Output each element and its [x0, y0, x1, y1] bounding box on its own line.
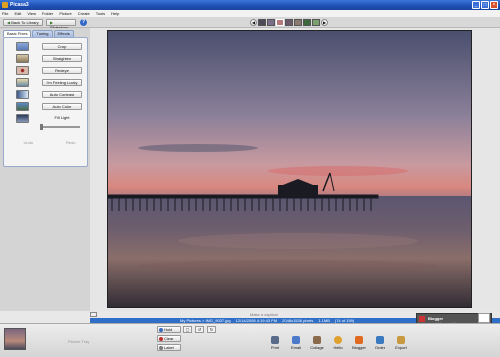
menu-folder[interactable]: Folder: [42, 11, 53, 16]
export-icon: [397, 336, 405, 344]
clear-button[interactable]: Clear: [157, 335, 181, 342]
tray-thumbnail[interactable]: [4, 328, 26, 350]
picture-tray-bar: Picture Tray Hold Clear Label ▢ ↺ ↻ Prin…: [0, 323, 500, 357]
title-bar: Picasa3 _ □ ×: [0, 0, 500, 10]
feeling-lucky-button[interactable]: I'm Feeling Lucky: [42, 79, 82, 86]
filmstrip-thumb[interactable]: [258, 19, 266, 26]
window-title: Picasa3: [10, 2, 29, 8]
tab-effects[interactable]: Effects: [53, 30, 74, 37]
filmstrip-thumb[interactable]: [312, 19, 320, 26]
tool-straighten: Straighten: [6, 54, 86, 64]
undo-redo-row: Undo Redo: [7, 140, 92, 146]
picture-tray-label: Picture Tray: [68, 339, 90, 344]
redeye-icon: [16, 66, 29, 75]
tab-tuning[interactable]: Tuning: [32, 30, 53, 37]
filmstrip-thumb[interactable]: [303, 19, 311, 26]
order-icon: [376, 336, 384, 344]
crop-icon: [16, 42, 29, 51]
contrast-icon: [16, 90, 29, 99]
fill-light-slider[interactable]: [40, 124, 80, 130]
crop-button[interactable]: Crop: [42, 43, 82, 50]
auto-color-button[interactable]: Auto Color: [42, 103, 82, 110]
tool-fill-light: Fill Light: [6, 114, 86, 124]
rotate-left-button[interactable]: ↺: [195, 326, 204, 333]
basic-fixes-tools: Crop Straighten Redeye I'm Feeling Lucky…: [3, 37, 88, 167]
menu-picture[interactable]: Picture: [59, 11, 71, 16]
lucky-icon: [16, 78, 29, 87]
menu-tools[interactable]: Tools: [96, 11, 105, 16]
collage-button[interactable]: Collage: [308, 335, 326, 357]
menu-view[interactable]: View: [27, 11, 36, 16]
filmstrip-prev-button[interactable]: ◀: [250, 19, 257, 26]
tool-contrast: Auto Contrast: [6, 90, 86, 100]
edit-tabs: Basic Fixes Tuning Effects: [3, 30, 74, 37]
blogger-icon: [419, 316, 425, 322]
filmstrip-next-button[interactable]: ▶: [321, 19, 328, 26]
filmstrip-thumb[interactable]: [294, 19, 302, 26]
tool-redeye: Redeye: [6, 66, 86, 76]
filmstrip-thumb[interactable]: [276, 19, 284, 26]
close-button[interactable]: ×: [490, 1, 498, 9]
filmstrip-thumb[interactable]: [285, 19, 293, 26]
printer-icon: [271, 336, 279, 344]
straighten-button[interactable]: Straighten: [42, 55, 82, 62]
caption-field[interactable]: Make a caption!: [250, 312, 278, 317]
auto-contrast-button[interactable]: Auto Contrast: [42, 91, 82, 98]
tool-color: Auto Color: [6, 102, 86, 112]
email-icon: [292, 336, 300, 344]
menu-create[interactable]: Create: [78, 11, 90, 16]
label-button[interactable]: Label: [157, 344, 181, 351]
slideshow-button[interactable]: ▶ Slideshow: [46, 19, 76, 30]
help-button[interactable]: ?: [80, 19, 87, 26]
rotate-controls: ▢ ↺ ↻: [183, 326, 216, 333]
hold-icon: [159, 328, 163, 332]
maximize-button[interactable]: □: [481, 1, 489, 9]
fill-light-icon: [16, 114, 29, 123]
collage-icon: [313, 336, 321, 344]
filmstrip-thumb[interactable]: [267, 19, 275, 26]
tool-lucky: I'm Feeling Lucky: [6, 78, 86, 88]
minimize-button[interactable]: _: [472, 1, 480, 9]
menu-help[interactable]: Help: [111, 11, 119, 16]
label-icon: [159, 346, 163, 350]
tray-flag-icon[interactable]: [478, 313, 490, 323]
menu-bar: File Edit View Folder Picture Create Too…: [0, 10, 500, 17]
view-button[interactable]: ▢: [183, 326, 192, 333]
straighten-icon: [16, 54, 29, 63]
blogger-icon: [355, 336, 363, 344]
email-button[interactable]: Email: [287, 335, 305, 357]
redeye-button[interactable]: Redeye: [42, 67, 82, 74]
export-button[interactable]: Export: [392, 335, 410, 357]
blogger-button[interactable]: Blogger: [350, 335, 368, 357]
back-to-library-button[interactable]: ◀ Back To Library: [3, 19, 43, 26]
order-button[interactable]: Order: [371, 335, 389, 357]
picasa-app-icon: [2, 2, 8, 8]
menu-edit[interactable]: Edit: [14, 11, 21, 16]
edit-panel: Basic Fixes Tuning Effects Crop Straight…: [0, 28, 90, 311]
fill-light-slider-knob[interactable]: [40, 124, 43, 130]
hello-button[interactable]: Hello: [329, 335, 347, 357]
photo-viewer: [90, 28, 500, 311]
window-controls: _ □ ×: [472, 1, 498, 9]
print-button[interactable]: Print: [266, 335, 284, 357]
hold-button[interactable]: Hold: [157, 326, 181, 333]
redo-button[interactable]: Redo: [66, 140, 76, 146]
tool-crop: Crop: [6, 42, 86, 52]
color-icon: [16, 102, 29, 111]
sunset-pier-image: [108, 31, 471, 307]
collapse-panel-button[interactable]: [90, 312, 97, 317]
undo-button[interactable]: Undo: [23, 140, 33, 146]
clear-icon: [159, 337, 163, 341]
menu-file[interactable]: File: [2, 11, 8, 16]
photo[interactable]: [107, 30, 472, 308]
hello-icon: [334, 336, 342, 344]
fill-light-label: Fill Light: [54, 115, 70, 120]
filmstrip: ◀ ▶: [250, 18, 328, 27]
tab-basic-fixes[interactable]: Basic Fixes: [3, 30, 32, 37]
rotate-right-button[interactable]: ↻: [207, 326, 216, 333]
